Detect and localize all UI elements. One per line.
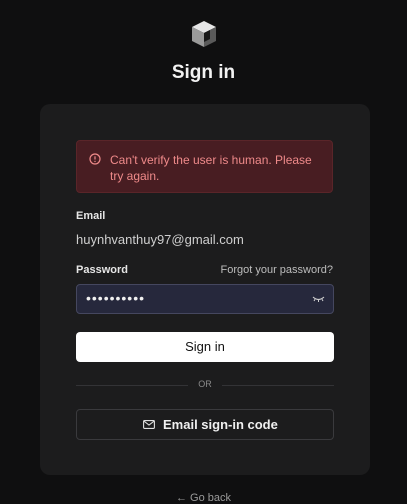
divider-text: OR — [198, 379, 212, 389]
password-field[interactable]: •••••••••• — [76, 284, 334, 314]
eye-closed-icon[interactable] — [312, 294, 325, 304]
signin-button[interactable]: Sign in — [76, 332, 334, 362]
error-circle-icon — [89, 153, 101, 165]
password-label: Password — [76, 264, 128, 276]
password-value: •••••••••• — [86, 290, 146, 306]
mail-icon — [143, 420, 155, 429]
email-field[interactable]: huynhvanthuy97@gmail.com — [76, 232, 244, 247]
error-alert: Can't verify the user is human. Please t… — [76, 140, 333, 193]
error-message: Can't verify the user is human. Please t… — [110, 153, 312, 183]
cube-logo-icon — [192, 21, 216, 47]
email-code-button[interactable]: Email sign-in code — [76, 409, 334, 440]
go-back-link[interactable]: ← Go back — [176, 492, 231, 504]
forgot-password-link[interactable]: Forgot your password? — [221, 264, 334, 276]
signin-card: Can't verify the user is human. Please t… — [40, 104, 370, 475]
page-title: Sign in — [171, 62, 236, 83]
email-code-label: Email sign-in code — [163, 417, 278, 432]
or-divider: OR — [76, 379, 334, 391]
email-label: Email — [76, 210, 106, 222]
